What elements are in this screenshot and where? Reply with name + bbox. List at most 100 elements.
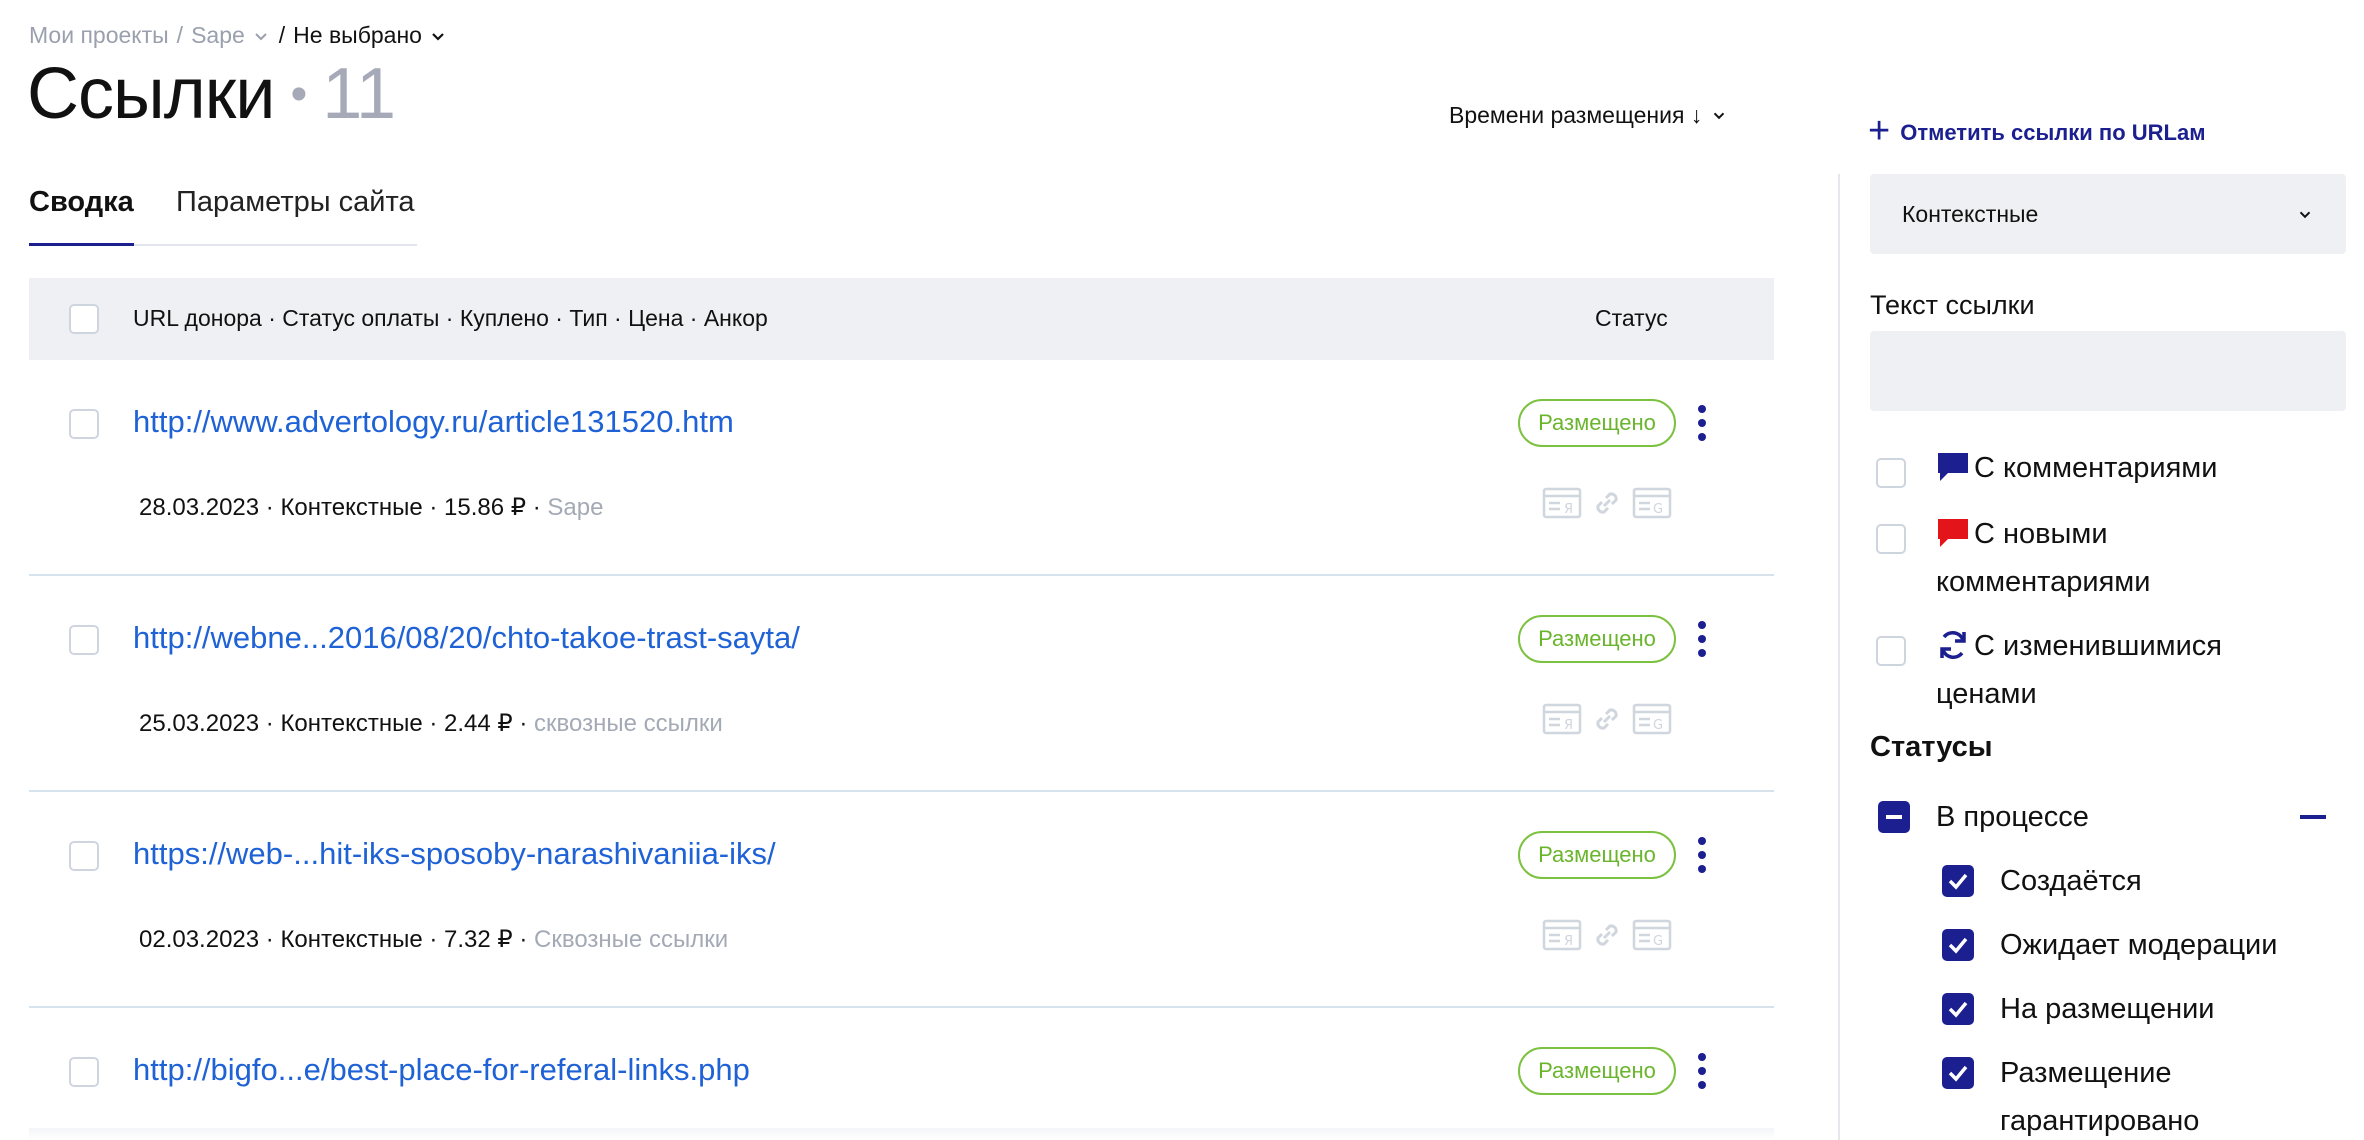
collapse-icon[interactable] — [2300, 815, 2326, 819]
breadcrumb-separator: / — [176, 22, 184, 48]
link-icon — [1596, 492, 1618, 514]
row-meta: 02.03.2023 · Контекстные · 7.32 ₽ · Скво… — [139, 925, 728, 954]
more-options-icon[interactable] — [1692, 1051, 1712, 1091]
status-badge: Размещено — [1518, 831, 1676, 879]
page-title-text: Ссылки — [27, 54, 275, 134]
checkmark-icon — [1948, 937, 1968, 954]
table-header: URL донора · Статус оплаты · Куплено · Т… — [29, 278, 1774, 360]
chevron-down-icon — [2299, 211, 2311, 219]
status-badge: Размещено — [1518, 399, 1676, 447]
filter-checkbox[interactable] — [1876, 636, 1906, 666]
status-badge: Размещено — [1518, 615, 1676, 663]
row-index-icons: Я G — [1542, 702, 1672, 736]
row-anchor: Sape — [547, 494, 604, 521]
filter-label: С новыми комментариями — [1936, 510, 2266, 606]
filter-label: С изменившимися ценами — [1936, 622, 2266, 718]
links-count: 11 — [322, 54, 396, 134]
status-checkbox[interactable] — [1942, 1057, 1974, 1089]
status-group-label: В процессе — [1936, 801, 2089, 833]
breadcrumb-my-projects[interactable]: Мои проекты — [29, 22, 169, 49]
filter-label: С комментариями — [1936, 444, 2266, 492]
link-type-value: Контекстные — [1902, 200, 2039, 227]
yandex-index-icon: Я — [1542, 919, 1582, 951]
row-meta-text: 28.03.2023 · Контекстные · 15.86 ₽ · — [139, 494, 541, 521]
page-title: Ссылки • 11 — [27, 54, 396, 134]
row-index-icons: Я G — [1542, 486, 1672, 520]
checkmark-icon — [1948, 1001, 1968, 1018]
breadcrumb: Мои проекты / Sape / Не выбрано — [29, 22, 448, 49]
table-row: http://webne...2016/08/20/chto-takoe-tra… — [29, 576, 1774, 792]
link-icon — [1596, 924, 1618, 946]
tab-summary[interactable]: Сводка — [29, 186, 134, 246]
statuses-heading: Статусы — [1870, 731, 1993, 763]
filter-checkbox[interactable] — [1876, 458, 1906, 488]
yandex-index-icon: Я — [1542, 487, 1582, 519]
google-index-icon: G — [1632, 919, 1672, 951]
donor-url-link[interactable]: http://bigfo...e/best-place-for-referal-… — [133, 1052, 750, 1088]
sort-select-label: Времени размещения ↓ — [1449, 102, 1703, 128]
svg-text:G: G — [1653, 934, 1663, 949]
donor-url-link[interactable]: https://web-...hit-iks-sposoby-narashiva… — [133, 836, 776, 872]
link-icon — [1596, 708, 1618, 730]
comment-icon — [1938, 453, 1968, 482]
filter-checkbox[interactable] — [1876, 524, 1906, 554]
mark-links-by-urls-button[interactable]: + Отметить ссылки по URLам — [1868, 110, 2205, 152]
filter-label-text: С комментариями — [1974, 452, 2218, 484]
plus-icon: + — [1868, 110, 1891, 152]
status-label: Ожидает модерации — [2000, 929, 2278, 961]
chevron-down-icon[interactable] — [251, 26, 271, 46]
filter-label-text: С изменившимися ценами — [1936, 630, 2222, 710]
svg-text:Я: Я — [1564, 502, 1573, 517]
row-meta: 28.03.2023 · Контекстные · 15.86 ₽ · Sap… — [139, 493, 603, 522]
checkmark-icon — [1948, 1065, 1968, 1082]
link-type-select[interactable]: Контекстные — [1870, 174, 2346, 254]
checkmark-icon — [1948, 873, 1968, 890]
row-anchor: сквозные ссылки — [534, 710, 723, 737]
sort-select[interactable]: Времени размещения ↓ — [1449, 102, 1728, 129]
breadcrumb-project[interactable]: Sape — [191, 22, 245, 49]
table-row: https://web-...hit-iks-sposoby-narashiva… — [29, 792, 1774, 1008]
row-checkbox[interactable] — [69, 1057, 99, 1087]
link-text-input[interactable] — [1870, 331, 2346, 411]
status-label: Создаётся — [2000, 865, 2142, 897]
more-options-icon[interactable] — [1692, 619, 1712, 659]
app-root: Мои проекты / Sape / Не выбрано Ссылки •… — [0, 0, 2364, 1140]
select-all-checkbox[interactable] — [69, 304, 99, 334]
status-checkbox[interactable] — [1942, 929, 1974, 961]
tabs: Сводка Параметры сайта — [29, 186, 417, 246]
table-row: http://www.advertology.ru/article131520.… — [29, 360, 1774, 576]
row-index-icons: Я G — [1542, 918, 1672, 952]
chevron-down-icon — [1714, 112, 1725, 119]
svg-text:G: G — [1653, 718, 1663, 733]
row-checkbox[interactable] — [69, 625, 99, 655]
tab-site-parameters[interactable]: Параметры сайта — [176, 186, 415, 244]
title-separator-dot: • — [290, 68, 307, 121]
chevron-down-icon[interactable] — [428, 26, 448, 46]
status-checkbox[interactable] — [1942, 993, 1974, 1025]
link-text-label: Текст ссылки — [1870, 290, 2035, 320]
donor-url-link[interactable]: http://www.advertology.ru/article131520.… — [133, 404, 734, 440]
row-meta-text: 02.03.2023 · Контекстные · 7.32 ₽ · — [139, 926, 528, 953]
more-options-icon[interactable] — [1692, 835, 1712, 875]
breadcrumb-separator: / — [278, 22, 286, 48]
google-index-icon: G — [1632, 703, 1672, 735]
status-label: Размещение гарантировано — [2000, 1057, 2200, 1137]
yandex-index-icon: Я — [1542, 703, 1582, 735]
breadcrumb-current[interactable]: Не выбрано — [293, 22, 422, 49]
status-checkbox[interactable] — [1942, 865, 1974, 897]
new-comment-icon — [1938, 519, 1968, 548]
more-options-icon[interactable] — [1692, 403, 1712, 443]
row-meta-text: 25.03.2023 · Контекстные · 2.44 ₽ · — [139, 710, 528, 737]
row-checkbox[interactable] — [69, 409, 99, 439]
status-column-header: Статус — [1595, 305, 1668, 331]
row-anchor: Сквозные ссылки — [534, 926, 729, 953]
google-index-icon: G — [1632, 487, 1672, 519]
footer-shadow — [29, 1128, 1774, 1140]
row-checkbox[interactable] — [69, 841, 99, 871]
status-label: На размещении — [2000, 993, 2215, 1025]
svg-text:G: G — [1653, 502, 1663, 517]
refresh-icon — [1940, 631, 1966, 660]
status-group-checkbox[interactable] — [1878, 801, 1910, 833]
donor-url-link[interactable]: http://webne...2016/08/20/chto-takoe-tra… — [133, 620, 800, 656]
row-meta: 25.03.2023 · Контекстные · 2.44 ₽ · скво… — [139, 709, 723, 738]
